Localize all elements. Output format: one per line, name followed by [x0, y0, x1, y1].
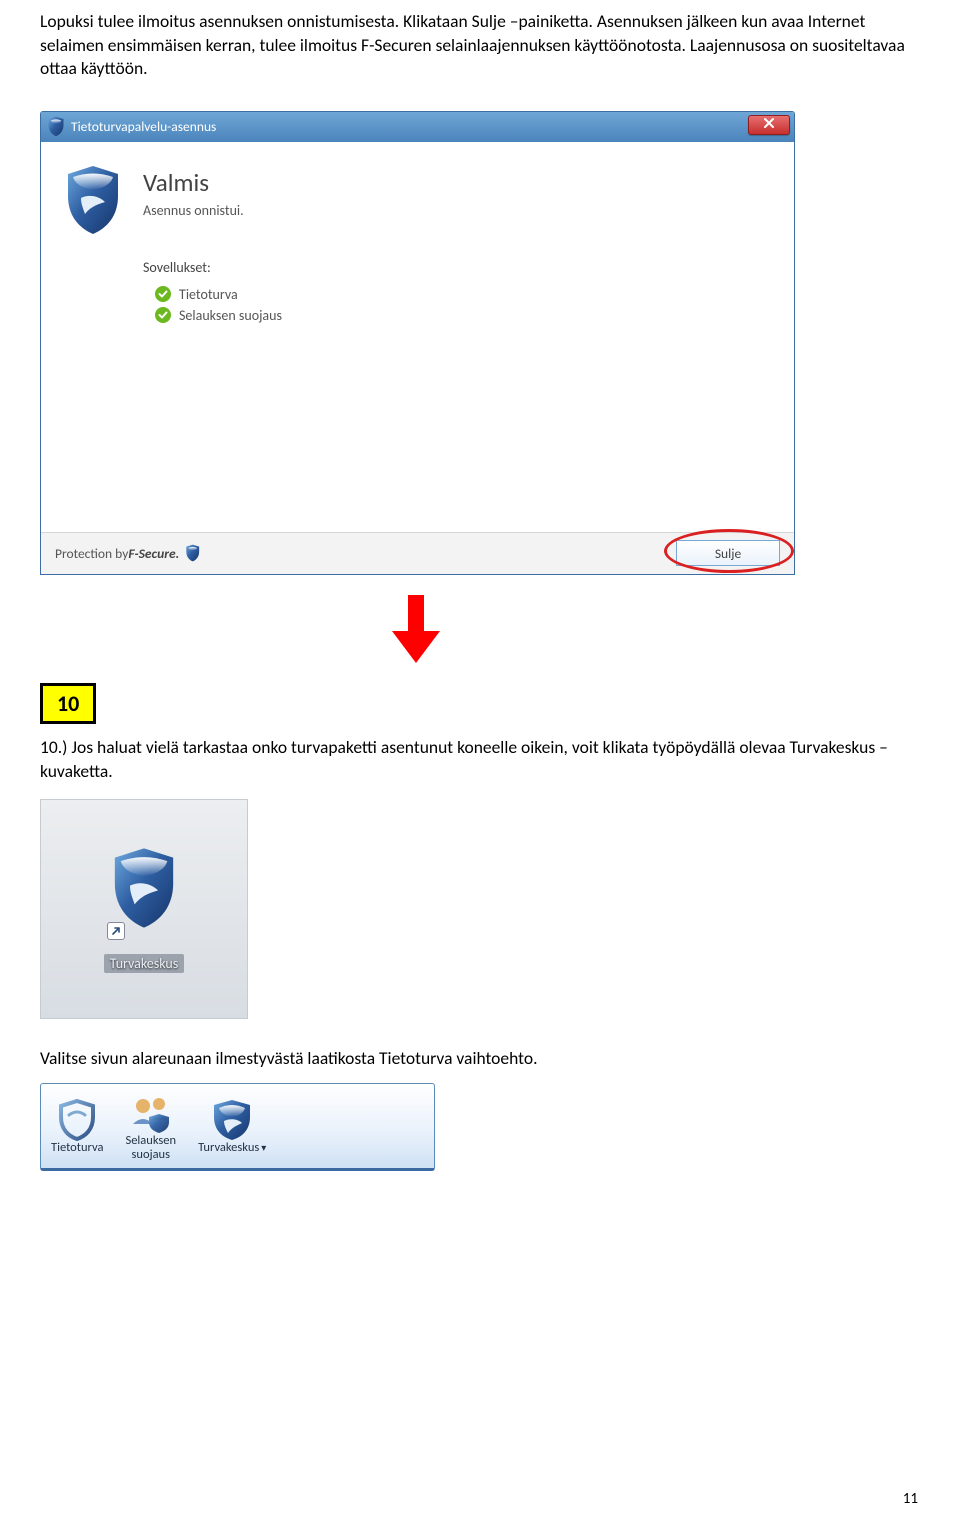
arrow-down-icon — [390, 595, 442, 663]
app-item-label: Tietoturva — [179, 286, 238, 303]
app-item: Tietoturva — [155, 286, 774, 303]
desktop-shortcut-screenshot: Turvakeskus — [40, 799, 248, 1019]
shield-outline-icon — [53, 1097, 101, 1141]
fsecure-logo-icon — [185, 544, 203, 562]
titlebar: Tietoturvapalvelu-asennus — [41, 112, 794, 142]
app-item-label: Selauksen suojaus — [179, 307, 282, 324]
step-number-box: 10 — [40, 683, 96, 724]
step-text: 10.) Jos haluat vielä tarkastaa onko tur… — [40, 736, 920, 783]
desktop-icon-label: Turvakeskus — [104, 954, 185, 973]
dialog-footer: Protection by F-Secure. Sulje — [41, 532, 794, 574]
brand-name: F-Secure. — [128, 545, 179, 562]
shield-icon — [63, 164, 123, 236]
users-shield-icon — [127, 1090, 175, 1134]
protection-prefix: Protection by — [55, 545, 128, 562]
window-close-button[interactable] — [748, 115, 790, 135]
apps-label: Sovellukset: — [143, 259, 774, 276]
shield-swirl-icon — [208, 1097, 256, 1141]
toolbar-item-label: Turvakeskus — [198, 1140, 259, 1155]
close-icon — [763, 115, 775, 134]
toolbar-item-turvakeskus[interactable]: Turvakeskus▾ — [198, 1097, 266, 1155]
status-title: Valmis — [143, 167, 774, 198]
shortcut-overlay-icon — [107, 922, 125, 940]
step-number: 10 — [57, 690, 79, 717]
toolbar-screenshot: Tietoturva Selauksen suojaus — [40, 1083, 435, 1171]
titlebar-shield-icon — [47, 118, 65, 136]
app-item: Selauksen suojaus — [155, 307, 774, 324]
chevron-down-icon: ▾ — [261, 1141, 266, 1154]
installer-dialog: Tietoturvapalvelu-asennus Valmis Asennus… — [40, 111, 795, 575]
protection-by-brand: Protection by F-Secure. — [55, 544, 203, 562]
toolbar-item-label-line2: suojaus — [132, 1148, 170, 1162]
intro-paragraph: Lopuksi tulee ilmoitus asennuksen onnist… — [40, 10, 920, 81]
close-button[interactable]: Sulje — [676, 540, 780, 566]
footer-paragraph: Valitse sivun alareunaan ilmestyvästä la… — [40, 1047, 920, 1069]
toolbar-item-tietoturva[interactable]: Tietoturva — [51, 1097, 103, 1155]
toolbar-item-label-line1: Selauksen — [125, 1134, 176, 1148]
status-subtitle: Asennus onnistui. — [143, 202, 774, 219]
check-icon — [155, 307, 171, 323]
shield-icon — [109, 846, 179, 926]
page-number: 11 — [903, 1490, 918, 1508]
toolbar-item-label: Tietoturva — [51, 1141, 103, 1155]
close-button-label: Sulje — [715, 545, 741, 562]
check-icon — [155, 286, 171, 302]
toolbar-item-selauksen-suojaus[interactable]: Selauksen suojaus — [125, 1090, 176, 1162]
dialog-title: Tietoturvapalvelu-asennus — [71, 118, 216, 135]
